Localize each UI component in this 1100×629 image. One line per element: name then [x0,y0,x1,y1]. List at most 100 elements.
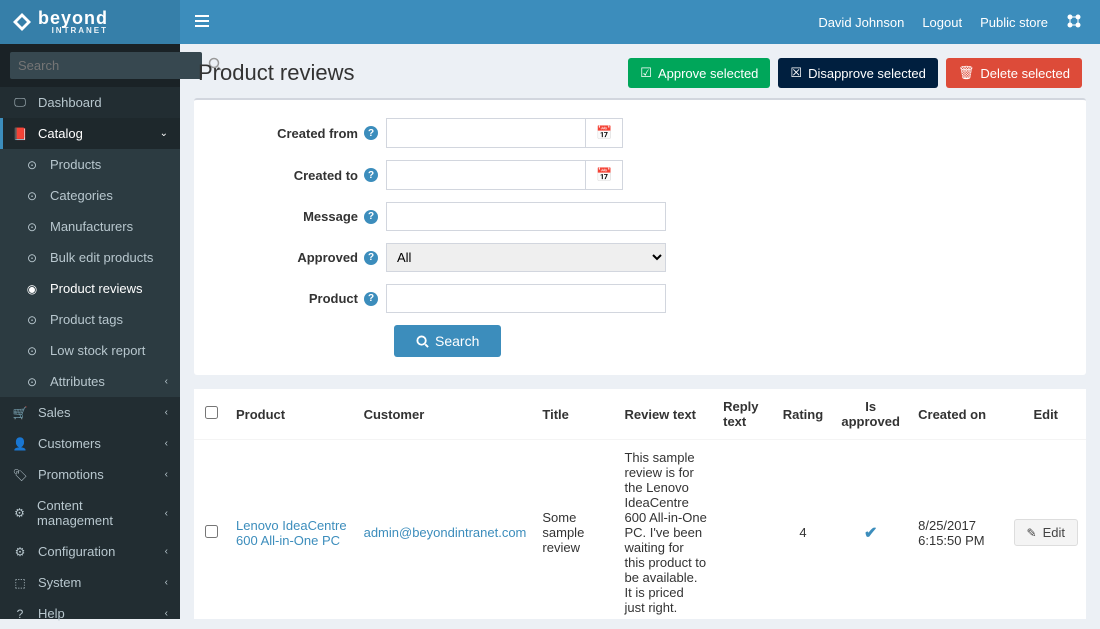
menu-icon: 📕 [12,127,28,141]
menu-icon: 👤 [12,437,28,451]
created-to-input[interactable] [386,160,586,190]
filter-approved-row: Approved? All [206,243,1074,272]
sidebar-item-configuration[interactable]: ⚙Configuration‹ [0,536,180,567]
product-input[interactable] [386,284,666,313]
circle-icon: ◉ [24,282,40,296]
chevron-left-icon: ‹ [165,546,168,557]
sidebar: 🖵Dashboard📕Catalog⌄⊙Products⊙Categories⊙… [0,44,180,619]
product-label: Product? [206,291,386,306]
trash-icon: 🗑 [958,65,975,81]
user-name[interactable]: David Johnson [818,15,904,30]
hamburger-icon [195,15,209,27]
created-cell: 8/25/2017 6:15:50 PM [910,440,1005,620]
check-icon: ☑ [640,65,652,81]
page-actions: ☑ Approve selected ☒ Disapprove selected… [628,58,1082,88]
pencil-icon: ✎ [1027,526,1037,540]
sidebar-item-promotions[interactable]: 🏷Promotions‹ [0,459,180,490]
calendar-icon[interactable]: 📅 [586,118,623,148]
sidebar-subitem-manufacturers[interactable]: ⊙Manufacturers [0,211,180,242]
sidebar-item-system[interactable]: ⬚System‹ [0,567,180,598]
sidebar-search [0,44,180,87]
sidebar-subitem-low-stock-report[interactable]: ⊙Low stock report [0,335,180,366]
search-icon [416,335,429,348]
sidebar-item-help[interactable]: ?Help‹ [0,598,180,629]
sidebar-subitem-attributes[interactable]: ⊙Attributes‹ [0,366,180,397]
calendar-icon[interactable]: 📅 [586,160,623,190]
chevron-left-icon: ‹ [165,577,168,588]
filter-message-row: Message? [206,202,1074,231]
col-customer: Customer [356,389,535,440]
customer-link[interactable]: admin@beyondintranet.com [364,525,527,540]
created-from-label: Created from? [206,126,386,141]
page-title: Product reviews [198,60,355,86]
sidebar-subitem-product-tags[interactable]: ⊙Product tags [0,304,180,335]
page-header: Product reviews ☑ Approve selected ☒ Dis… [180,44,1100,98]
settings-icon[interactable] [1066,13,1082,32]
reviews-table-panel: Product Customer Title Review text Reply… [194,389,1086,619]
menu-icon: 🛒 [12,406,28,420]
product-link[interactable]: Lenovo IdeaCentre 600 All-in-One PC [236,518,347,548]
brand-logo[interactable]: beyond INTRANET [0,0,180,44]
col-product: Product [228,389,356,440]
x-icon: ☒ [790,65,802,81]
reply-cell [715,440,775,620]
col-title: Title [534,389,616,440]
help-icon[interactable]: ? [364,210,378,224]
chevron-left-icon: ‹ [165,438,168,449]
col-reply: Reply text [715,389,775,440]
filter-panel: Created from? 📅 Created to? 📅 Message? A… [194,98,1086,375]
chevron-left-icon: ‹ [165,376,168,387]
approve-selected-button[interactable]: ☑ Approve selected [628,58,770,88]
sidebar-item-catalog[interactable]: 📕Catalog⌄ [0,118,180,149]
public-store-link[interactable]: Public store [980,15,1048,30]
col-approved: Is approved [831,389,910,440]
disapprove-selected-button[interactable]: ☒ Disapprove selected [778,58,937,88]
help-icon[interactable]: ? [364,251,378,265]
chevron-left-icon: ‹ [165,508,168,519]
review-cell: This sample review is for the Lenovo Ide… [616,440,715,620]
circle-icon: ⊙ [24,251,40,265]
approved-select[interactable]: All [386,243,666,272]
sidebar-menu: 🖵Dashboard📕Catalog⌄⊙Products⊙Categories⊙… [0,87,180,629]
sidebar-search-input[interactable] [10,52,202,79]
reviews-table: Product Customer Title Review text Reply… [194,389,1086,619]
message-label: Message? [206,209,386,224]
sidebar-toggle[interactable] [180,15,224,30]
sidebar-subitem-product-reviews[interactable]: ◉Product reviews [0,273,180,304]
edit-button[interactable]: ✎ Edit [1014,519,1078,546]
sidebar-item-dashboard[interactable]: 🖵Dashboard [0,87,180,118]
sidebar-item-sales[interactable]: 🛒Sales‹ [0,397,180,428]
select-all-checkbox[interactable] [205,406,218,419]
delete-selected-button[interactable]: 🗑 Delete selected [946,58,1082,88]
menu-icon: ⬚ [12,576,28,590]
chevron-left-icon: ‹ [165,407,168,418]
menu-icon: ⚙ [12,506,27,520]
menu-icon: ? [12,607,28,621]
sidebar-subitem-products[interactable]: ⊙Products [0,149,180,180]
help-icon[interactable]: ? [364,168,378,182]
search-button[interactable]: Search [394,325,501,357]
approved-check-icon: ✔ [864,525,877,542]
message-input[interactable] [386,202,666,231]
help-icon[interactable]: ? [364,126,378,140]
circle-icon: ⊙ [24,158,40,172]
circle-icon: ⊙ [24,344,40,358]
created-from-input[interactable] [386,118,586,148]
menu-icon: ⚙ [12,545,28,559]
sidebar-item-content-management[interactable]: ⚙Content management‹ [0,490,180,536]
help-icon[interactable]: ? [364,292,378,306]
sidebar-subitem-bulk-edit-products[interactable]: ⊙Bulk edit products [0,242,180,273]
main-content: Product reviews ☑ Approve selected ☒ Dis… [180,44,1100,619]
chevron-left-icon: ‹ [165,469,168,480]
sidebar-item-customers[interactable]: 👤Customers‹ [0,428,180,459]
filter-created-to-row: Created to? 📅 [206,160,1074,190]
col-edit: Edit [1005,389,1086,440]
created-to-label: Created to? [206,168,386,183]
col-created: Created on [910,389,1005,440]
circle-icon: ⊙ [24,189,40,203]
rating-cell: 4 [775,440,831,620]
sidebar-subitem-categories[interactable]: ⊙Categories [0,180,180,211]
col-rating: Rating [775,389,831,440]
logout-link[interactable]: Logout [922,15,962,30]
row-checkbox[interactable] [205,525,218,538]
